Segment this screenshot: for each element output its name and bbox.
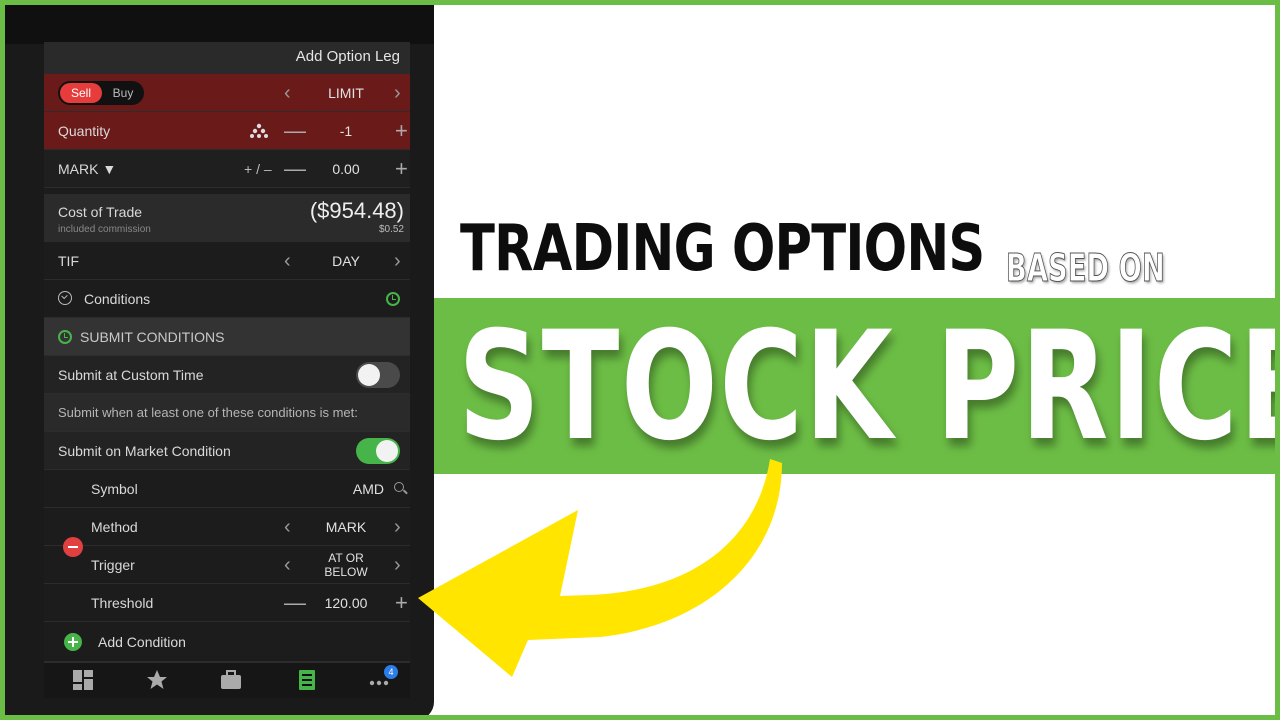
commission-note: included commission [58,224,151,235]
market-condition-row: Submit on Market Condition [44,432,410,470]
cost-amount: ($954.48) [309,198,404,223]
conditions-label: Conditions [84,290,151,307]
commission-amount: $0.52 [378,224,404,235]
add-circle-icon[interactable] [64,633,82,651]
remove-condition-icon[interactable] [63,537,83,557]
trigger-label: Trigger [91,556,135,573]
sell-buy-toggle[interactable]: Sell Buy [58,81,144,105]
search-icon[interactable] [394,482,404,492]
headline-stock-price: STOCK PRICE [458,300,1280,474]
threshold-value[interactable]: 120.00 [306,595,386,611]
price-adjust-label[interactable]: + / – [244,161,272,177]
phone-screen: Add Option Leg Sell Buy ‹ LIMIT › Quanti… [44,42,410,698]
submit-conditions-title: SUBMIT CONDITIONS [80,328,225,345]
method-value: MARK [325,518,367,535]
order-type-value: LIMIT [328,84,364,101]
cost-label: Cost of Trade [58,204,143,220]
symbol-row: Symbol AMD [44,470,410,508]
chevron-right-icon[interactable]: › [394,554,401,577]
chevron-right-icon[interactable]: › [394,516,401,539]
tif-row: TIF ‹ DAY › [44,242,410,280]
price-value[interactable]: 0.00 [306,161,386,177]
conditions-info-text: Submit when at least one of these condit… [58,405,358,420]
grid-icon[interactable] [72,669,94,691]
bottom-tab-bar: 4 [44,662,410,698]
info-row: Submit when at least one of these condit… [44,394,410,432]
quantity-decrease-button[interactable]: — [284,118,306,144]
watchlist-star-icon[interactable] [146,669,168,691]
chevron-right-icon[interactable]: › [394,82,401,105]
method-row: Method ‹ MARK › [44,508,410,546]
quantity-increase-button[interactable]: + [395,118,408,144]
clock-icon [386,292,400,306]
market-condition-toggle[interactable] [356,438,400,464]
add-condition-label[interactable]: Add Condition [98,634,186,650]
tif-value: DAY [332,252,360,269]
chevron-left-icon[interactable]: ‹ [284,554,291,577]
conditions-row[interactable]: Conditions [44,280,410,318]
price-type-dropdown[interactable]: MARK ▼ [58,161,116,177]
chevron-right-icon[interactable]: › [394,250,401,273]
symbol-label: Symbol [91,480,138,497]
custom-time-label: Submit at Custom Time [58,366,204,383]
threshold-row: Threshold — 120.00 + [44,584,410,622]
submit-conditions-section: SUBMIT CONDITIONS [44,318,410,356]
more-badge: 4 [384,665,398,679]
price-decrease-button[interactable]: — [284,156,306,182]
chevron-left-icon[interactable]: ‹ [284,250,291,273]
quantity-row: Quantity — -1 + [44,112,410,150]
method-label: Method [91,518,138,535]
header-bar: Add Option Leg [44,42,410,74]
order-ticket-icon[interactable] [296,669,318,691]
threshold-increase-button[interactable]: + [395,590,408,616]
clock-icon [58,330,72,344]
threshold-decrease-button[interactable]: — [284,590,306,616]
yellow-arrow-icon [418,459,782,677]
market-condition-label: Submit on Market Condition [58,442,231,459]
add-condition-row[interactable]: Add Condition [44,622,410,662]
threshold-label: Threshold [91,594,154,611]
tif-label: TIF [58,252,79,269]
custom-time-row: Submit at Custom Time [44,356,410,394]
price-increase-button[interactable]: + [395,156,408,182]
quantity-value[interactable]: -1 [306,123,386,139]
phone-device: Add Option Leg Sell Buy ‹ LIMIT › Quanti… [0,0,434,720]
symbol-value[interactable]: AMD [353,481,384,497]
side-order-type-row: Sell Buy ‹ LIMIT › [44,74,410,112]
check-circle-icon [58,291,72,305]
buy-option[interactable]: Buy [108,83,138,103]
trigger-value: AT OR BELOW [324,550,368,579]
trigger-row: Trigger ‹ AT OR BELOW › [44,546,410,584]
headline-based-on: BASED ON [1006,246,1166,291]
sell-option[interactable]: Sell [60,83,102,103]
price-row: MARK ▼ + / – — 0.00 + [44,150,410,188]
chevron-left-icon[interactable]: ‹ [284,516,291,539]
header-title: Add Option Leg [295,48,400,65]
briefcase-icon[interactable] [220,669,242,691]
chevron-left-icon[interactable]: ‹ [284,82,291,105]
quantity-label: Quantity [58,122,111,139]
cost-of-trade-row: Cost of Trade included commission ($954.… [44,194,410,242]
custom-time-toggle[interactable] [356,362,400,388]
split-icon[interactable] [250,122,268,138]
